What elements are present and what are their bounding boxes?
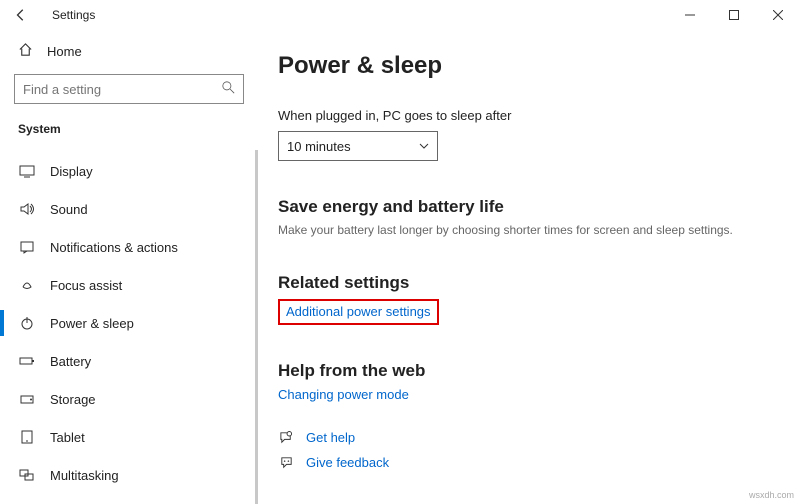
notifications-icon — [18, 239, 36, 255]
sleep-plugged-label: When plugged in, PC goes to sleep after — [278, 108, 780, 123]
close-button[interactable] — [756, 0, 800, 30]
sound-icon — [18, 201, 36, 217]
tablet-icon — [18, 429, 36, 445]
sidebar-item-power[interactable]: Power & sleep — [14, 304, 244, 342]
maximize-button[interactable] — [712, 0, 756, 30]
feedback-icon — [278, 455, 294, 470]
sidebar-item-display[interactable]: Display — [14, 152, 244, 190]
related-heading: Related settings — [278, 273, 780, 293]
sidebar-item-multitasking[interactable]: Multitasking — [14, 456, 244, 494]
sidebar-item-label: Notifications & actions — [50, 240, 178, 255]
sidebar-scrollbar[interactable] — [255, 150, 258, 504]
sidebar-item-battery[interactable]: Battery — [14, 342, 244, 380]
chevron-down-icon — [419, 139, 429, 154]
sidebar-category: System — [14, 118, 244, 146]
search-icon — [222, 81, 235, 97]
sidebar-item-label: Tablet — [50, 430, 85, 445]
search-field[interactable] — [23, 82, 222, 97]
focus-icon — [18, 277, 36, 293]
multitask-icon — [18, 467, 36, 483]
sidebar-home[interactable]: Home — [14, 36, 244, 74]
minimize-button[interactable] — [668, 0, 712, 30]
sidebar-item-focus[interactable]: Focus assist — [14, 266, 244, 304]
sleep-plugged-value: 10 minutes — [287, 139, 351, 154]
sidebar-home-label: Home — [47, 44, 82, 59]
storage-icon — [18, 391, 36, 407]
sidebar-item-label: Multitasking — [50, 468, 119, 483]
highlight-box: Additional power settings — [278, 299, 439, 325]
get-help-link[interactable]: Get help — [306, 430, 355, 445]
sleep-plugged-select[interactable]: 10 minutes — [278, 131, 438, 161]
watermark: wsxdh.com — [749, 490, 794, 500]
sidebar-item-label: Battery — [50, 354, 91, 369]
give-feedback-link[interactable]: Give feedback — [306, 455, 389, 470]
additional-power-settings-link[interactable]: Additional power settings — [286, 304, 431, 319]
back-button[interactable] — [10, 4, 32, 26]
sidebar-item-label: Power & sleep — [50, 316, 134, 331]
energy-heading: Save energy and battery life — [278, 197, 780, 217]
sidebar-item-label: Display — [50, 164, 93, 179]
sidebar-item-storage[interactable]: Storage — [14, 380, 244, 418]
battery-icon — [18, 353, 36, 369]
sidebar-item-tablet[interactable]: Tablet — [14, 418, 244, 456]
page-title: Power & sleep — [278, 52, 780, 80]
power-icon — [18, 315, 36, 331]
sidebar-item-label: Focus assist — [50, 278, 122, 293]
sidebar-item-sound[interactable]: Sound — [14, 190, 244, 228]
energy-description: Make your battery last longer by choosin… — [278, 223, 780, 237]
window-title: Settings — [52, 8, 95, 22]
sidebar-item-label: Sound — [50, 202, 88, 217]
search-input[interactable] — [14, 74, 244, 104]
sidebar-item-label: Storage — [50, 392, 96, 407]
display-icon — [18, 163, 36, 179]
sidebar: Home System Display Sound Notifications … — [0, 30, 258, 504]
main-content: Power & sleep When plugged in, PC goes t… — [258, 30, 800, 504]
get-help-icon — [278, 430, 294, 445]
help-web-heading: Help from the web — [278, 361, 780, 381]
changing-power-mode-link[interactable]: Changing power mode — [278, 387, 780, 402]
home-icon — [18, 42, 33, 60]
sidebar-item-notifications[interactable]: Notifications & actions — [14, 228, 244, 266]
